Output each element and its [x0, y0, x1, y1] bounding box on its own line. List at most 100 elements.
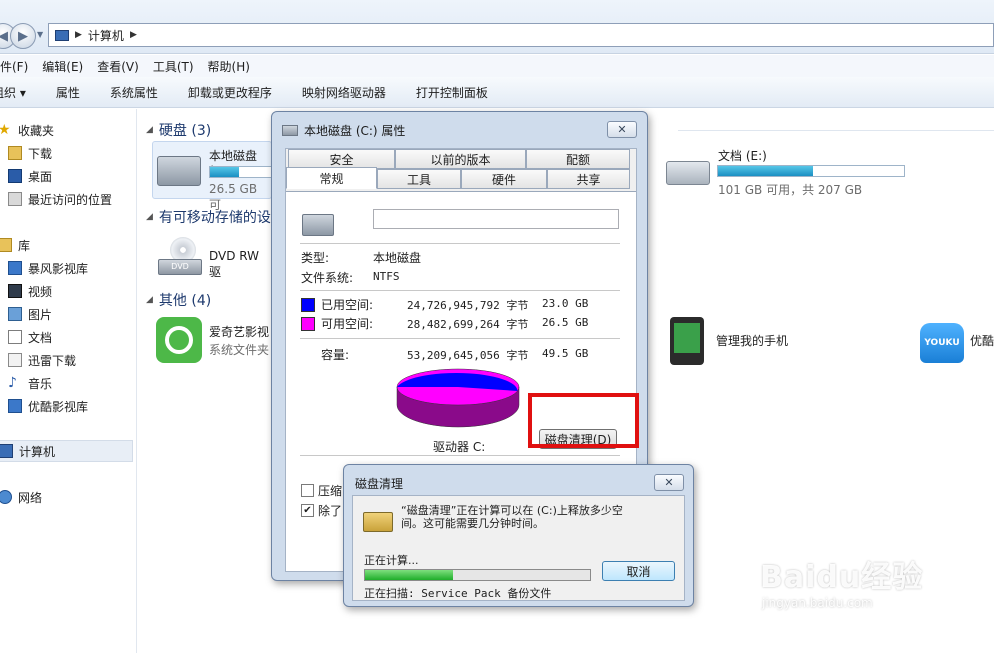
capacity-label: 容量: [321, 348, 350, 362]
section-removable[interactable]: ◢ 有可移动存储的设 [146, 207, 271, 227]
phone-name: 管理我的手机 [716, 334, 789, 348]
drive-e-usage-bar [717, 165, 905, 177]
tab-quota[interactable]: 配额 [526, 149, 630, 169]
sidebar-computer[interactable]: 计算机 [0, 440, 133, 462]
drive-e-space: 101 GB 可用，共 207 GB [718, 183, 863, 197]
drive-dvd-name: DVD RW 驱 [209, 249, 260, 279]
index-checkbox[interactable]: ✔ [301, 504, 314, 517]
index-option[interactable]: ✔ 除了 [301, 502, 342, 519]
sidebar-item-desktop[interactable]: 桌面 [8, 165, 143, 187]
compress-checkbox[interactable] [301, 484, 314, 497]
dvd-drive-icon: DVD [158, 237, 202, 277]
other-manage-phone[interactable]: 管理我的手机 [668, 315, 828, 367]
compress-option[interactable]: 压缩 [301, 482, 342, 499]
sidebar-item-documents[interactable]: 文档 [8, 326, 143, 348]
cancel-button[interactable]: 取消 [602, 561, 675, 581]
collapse-arrow-icon[interactable]: ◢ [146, 212, 153, 222]
download-folder-icon [8, 146, 22, 160]
breadcrumb-arrow-icon[interactable]: ▶ [75, 30, 82, 40]
sidebar-favorites[interactable]: ★ 收藏夹 [0, 119, 133, 141]
free-space-row: 可用空间: [301, 315, 373, 332]
sidebar-item-youku[interactable]: 优酷影视库 [8, 395, 143, 417]
section-other[interactable]: ◢ 其他 (4) [146, 290, 211, 310]
organize-button[interactable]: 组织 ▾ [0, 84, 26, 101]
highlight-box [528, 393, 639, 448]
drive-label: 驱动器 C: [433, 440, 486, 454]
tab-security[interactable]: 安全 [288, 149, 395, 169]
tab-sharing[interactable]: 共享 [547, 169, 630, 189]
sidebar-item-videos[interactable]: 视频 [8, 280, 143, 302]
properties-button[interactable]: 属性 [56, 84, 80, 101]
star-icon: ★ [0, 122, 11, 138]
fs-label: 文件系统: [301, 271, 354, 285]
tab-general[interactable]: 常规 [286, 167, 377, 189]
used-gb: 23.0 GB [542, 297, 589, 310]
sidebar-item-recent[interactable]: 最近访问的位置 [8, 188, 143, 210]
capacity-bytes: 53,209,645,056 字节 [407, 349, 529, 362]
youku-name: 优酷 [970, 334, 994, 348]
tab-tools[interactable]: 工具 [377, 169, 461, 189]
free-bytes: 28,482,699,264 字节 [407, 318, 529, 331]
iqiyi-sub: 系统文件夹 [209, 343, 270, 357]
iqiyi-name: 爱奇艺影视 [209, 325, 270, 339]
sidebar-libraries[interactable]: 库 [0, 234, 133, 256]
address-bar[interactable]: ▶ 计算机 ▶ [48, 23, 994, 47]
other-youku[interactable]: YOUKU 优酷 [918, 317, 994, 367]
properties-close-button[interactable]: ✕ [607, 121, 637, 138]
map-network-drive-button[interactable]: 映射网络驱动器 [302, 84, 386, 101]
tab-hardware[interactable]: 硬件 [461, 169, 547, 189]
menu-edit[interactable]: 编辑(E) [42, 58, 83, 75]
drive-large-icon [302, 214, 334, 236]
menu-file[interactable]: 件(F) [0, 58, 28, 75]
tab-previous-versions[interactable]: 以前的版本 [395, 149, 526, 169]
hard-drive-icon [666, 161, 710, 185]
desktop-icon [8, 169, 22, 183]
film-icon [8, 284, 22, 298]
recent-pages-icon[interactable]: ▼ [37, 30, 43, 39]
navigation-pane: ★ 收藏夹 下载 桌面 最近访问的位置 库 暴风影视库 视频 图片 文档 迅雷下… [0, 109, 137, 653]
drive-e-name: 文档 (E:) [718, 149, 767, 163]
cleanup-close-button[interactable]: ✕ [654, 474, 684, 491]
drive-label-input[interactable] [373, 209, 619, 229]
menu-view[interactable]: 查看(V) [97, 58, 139, 75]
computer-icon [55, 29, 69, 41]
iqiyi-icon [156, 317, 202, 363]
system-properties-button[interactable]: 系统属性 [110, 84, 158, 101]
sidebar-network[interactable]: 网络 [0, 486, 133, 508]
drive-c-usage-bar [209, 166, 273, 178]
sidebar-item-downloads[interactable]: 下载 [8, 142, 143, 164]
capacity-gb: 49.5 GB [542, 347, 589, 360]
phone-icon [670, 317, 704, 365]
type-label: 类型: [301, 251, 330, 265]
free-gb: 26.5 GB [542, 316, 589, 329]
used-bytes: 24,726,945,792 字节 [407, 299, 529, 312]
forward-button[interactable]: ▶ [10, 23, 36, 49]
free-color-swatch [301, 316, 315, 331]
drive-dvd[interactable]: DVD DVD RW 驱 [154, 233, 274, 281]
other-iqiyi[interactable]: 爱奇艺影视 系统文件夹 [154, 315, 274, 367]
type-value: 本地磁盘 [373, 251, 422, 265]
sidebar-item-baofeng[interactable]: 暴风影视库 [8, 257, 143, 279]
breadcrumb-arrow-icon[interactable]: ▶ [130, 30, 137, 40]
download-icon [8, 353, 22, 367]
collapse-arrow-icon[interactable]: ◢ [146, 295, 153, 305]
disk-cleanup-icon [363, 512, 393, 532]
video-library-icon [8, 261, 22, 275]
command-bar: 组织 ▾ 属性 系统属性 卸载或更改程序 映射网络驱动器 打开控制面板 [0, 77, 994, 108]
collapse-arrow-icon[interactable]: ◢ [146, 125, 153, 135]
cleanup-body: “磁盘清理”正在计算可以在 (C:)上释放多少空 间。这可能需要几分钟时间。 正… [352, 495, 685, 601]
open-control-panel-button[interactable]: 打开控制面板 [416, 84, 488, 101]
sidebar-item-pictures[interactable]: 图片 [8, 303, 143, 325]
menu-help[interactable]: 帮助(H) [208, 58, 250, 75]
menu-tools[interactable]: 工具(T) [153, 58, 194, 75]
sidebar-item-music[interactable]: ♪ 音乐 [8, 372, 143, 394]
disk-cleanup-dialog: 磁盘清理 ✕ “磁盘清理”正在计算可以在 (C:)上释放多少空 间。这可能需要几… [343, 464, 694, 607]
drive-c[interactable]: 本地磁盘 (C 26.5 GB 可 [152, 141, 273, 212]
drive-e[interactable]: 文档 (E:) 101 GB 可用，共 207 GB [662, 145, 962, 199]
disk-usage-pie [396, 368, 520, 428]
uninstall-program-button[interactable]: 卸载或更改程序 [188, 84, 272, 101]
section-hard-drives[interactable]: ◢ 硬盘 (3) [146, 120, 211, 140]
breadcrumb-computer[interactable]: 计算机 [88, 27, 124, 44]
sidebar-item-xunlei[interactable]: 迅雷下载 [8, 349, 143, 371]
cleanup-scanning: 正在扫描: Service Pack 备份文件 [364, 587, 552, 600]
